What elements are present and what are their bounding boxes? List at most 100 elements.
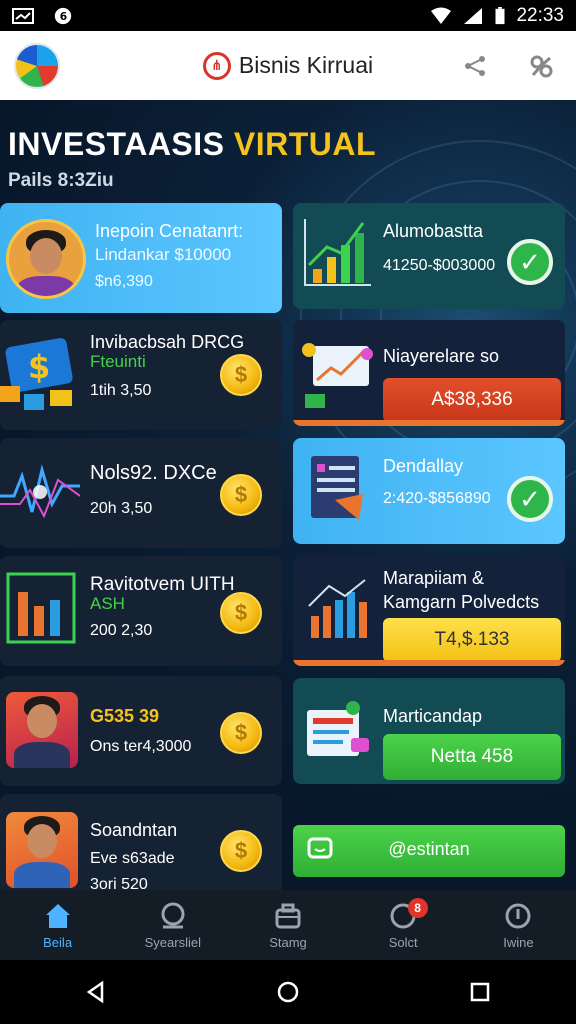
- notification-badge: 8: [407, 898, 428, 918]
- card-title: Marapiiam &: [383, 568, 485, 588]
- globe-icon[interactable]: [14, 42, 60, 89]
- report-board-icon: [307, 701, 369, 756]
- action-button-card[interactable]: @estintan: [293, 825, 565, 877]
- card-value: 41250-$003000: [383, 257, 496, 274]
- briefcase-icon: [275, 903, 301, 928]
- card-title: Alumobastta: [383, 221, 484, 241]
- card-title: Ravitotvem UITH: [90, 574, 235, 595]
- growth-chart-icon: [304, 219, 371, 286]
- nav-item-portfolio[interactable]: Stamg: [230, 890, 345, 960]
- card-value: 3ori 520: [90, 876, 148, 890]
- status-time: 22:33: [516, 4, 564, 26]
- money-stack-icon: $: [0, 338, 73, 410]
- card-value: Ons ter4,3000: [90, 738, 192, 755]
- svg-text:$: $: [28, 348, 50, 386]
- bar-chart-icon: [308, 579, 367, 638]
- card-title: Invibacbsah DRCG: [90, 332, 245, 352]
- investment-card[interactable]: Soandntan Eve s63ade 3ori 520 $: [0, 794, 282, 890]
- investment-card[interactable]: Nols92. DXCe 20h 3,50 $: [0, 438, 282, 548]
- investment-card[interactable]: Marticandap Netta 458: [293, 678, 565, 784]
- title-white: INVESTAASIS: [8, 126, 225, 162]
- investment-card[interactable]: Inepoin Cenatanrt: Lindankar $10000 $n6,…: [0, 203, 282, 313]
- avatar: [6, 219, 86, 299]
- card-value: 20h 3,50: [90, 500, 153, 517]
- back-icon[interactable]: [84, 980, 108, 1004]
- recents-icon[interactable]: [468, 980, 492, 1004]
- investment-card[interactable]: Niayerelare so A$38,336: [293, 320, 565, 426]
- coin-icon: $: [220, 354, 262, 396]
- svg-text:6: 6: [60, 10, 67, 23]
- card-subtitle: Eve s63ade: [90, 850, 175, 867]
- page-title: INVESTAASIS VIRTUAL: [8, 126, 376, 163]
- card-accent-bar: [293, 420, 565, 426]
- investment-card[interactable]: Alumobastta 41250-$003000 ✓: [293, 203, 565, 309]
- app-title: Bisnis Kirruai: [238, 52, 374, 78]
- card-subtitle: ASH: [90, 594, 125, 613]
- phone-screen: 6 22:33 ⋔ Bisnis Kirruai INVESTAASIS VIR…: [0, 0, 576, 1024]
- card-title: Marticandap: [383, 706, 483, 726]
- analytics-screen-icon: [302, 343, 373, 408]
- check-icon: ✓: [507, 476, 553, 522]
- investment-card[interactable]: $ Invibacbsah DRCG Fteuinti 1tih 3,50 $: [0, 320, 282, 430]
- system-navigation-bar: [0, 960, 576, 1024]
- search-icon: [161, 902, 185, 928]
- nav-label: Beila: [43, 934, 73, 950]
- card-title: Nols92. DXCe: [90, 462, 217, 484]
- card-subtitle: Lindankar $10000: [95, 245, 232, 264]
- page-subtitle: Pails 8:3Ziu: [8, 170, 114, 191]
- nav-item-home[interactable]: Beila: [0, 890, 115, 960]
- signal-icon: [464, 7, 483, 24]
- action-label: @estintan: [388, 839, 470, 859]
- info-icon: [505, 903, 531, 928]
- investment-card[interactable]: Ravitotvem UITH ASH 200 2,30 $: [0, 556, 282, 666]
- card-value: 1tih 3,50: [90, 382, 152, 399]
- card-value: $n6,390: [95, 273, 153, 290]
- link-icon[interactable]: [528, 53, 554, 79]
- coin-icon: $: [220, 474, 262, 516]
- card-title: Dendallay: [383, 456, 464, 476]
- nav-label: Syearsliel: [144, 934, 201, 950]
- nav-label: Iwine: [503, 934, 534, 950]
- coin-icon: $: [220, 592, 262, 634]
- brand-logo-icon: ⋔: [202, 51, 231, 80]
- nav-item-search[interactable]: Syearsliel: [115, 890, 230, 960]
- avatar: [6, 812, 78, 888]
- card-title: Inepoin Cenatanrt:: [95, 221, 244, 241]
- card-value: 2:420-$856890: [383, 490, 491, 507]
- investment-card[interactable]: Dendallay 2:420-$856890 ✓: [293, 438, 565, 544]
- app-header: ⋔ Bisnis Kirruai: [0, 31, 576, 100]
- pulse-chart-icon: [0, 464, 80, 519]
- investment-card[interactable]: G535 39 Ons ter4,3000 $: [0, 676, 282, 786]
- document-icon: [311, 456, 363, 520]
- status-bar: 6 22:33: [0, 0, 576, 31]
- bar-chart-icon: [6, 572, 76, 644]
- wifi-icon: [431, 7, 452, 24]
- check-icon: ✓: [507, 239, 553, 285]
- nav-label: Solct: [388, 934, 418, 950]
- card-accent-bar: [293, 660, 565, 666]
- card-title: Soandntan: [90, 820, 178, 840]
- card-title-secondary: Kamgarn Polvedcts: [383, 592, 540, 612]
- title-accent: VIRTUAL: [233, 126, 377, 162]
- coin-icon: $: [220, 830, 262, 872]
- card-title: Niayerelare so: [383, 346, 500, 366]
- nav-item-info[interactable]: Iwine: [461, 890, 576, 960]
- nav-item-notifications[interactable]: 8 Solct: [346, 890, 461, 960]
- card-value: 200 2,30: [90, 622, 153, 639]
- card-title: G535 39: [90, 706, 160, 726]
- share-icon[interactable]: [462, 53, 488, 79]
- bottom-navigation: Beila Syearsliel Stamg 8 Solct Iwine: [0, 890, 576, 960]
- app-notification-icon: 6: [54, 7, 72, 24]
- nav-label: Stamg: [269, 934, 307, 950]
- value-button[interactable]: T4,$.133: [383, 618, 561, 662]
- coin-icon: $: [220, 712, 262, 754]
- home-icon: [45, 903, 70, 928]
- investment-card[interactable]: Marapiiam & Kamgarn Polvedcts T4,$.133: [293, 556, 565, 666]
- value-button[interactable]: A$38,336: [383, 378, 561, 422]
- screen-icon: [12, 7, 34, 24]
- value-button[interactable]: Netta 458: [383, 734, 561, 780]
- main-content: INVESTAASIS VIRTUAL Pails 8:3Ziu Inepoin…: [0, 100, 576, 890]
- card-subtitle: Fteuinti: [90, 352, 146, 371]
- avatar: [6, 692, 78, 768]
- home-circle-icon[interactable]: [276, 980, 300, 1004]
